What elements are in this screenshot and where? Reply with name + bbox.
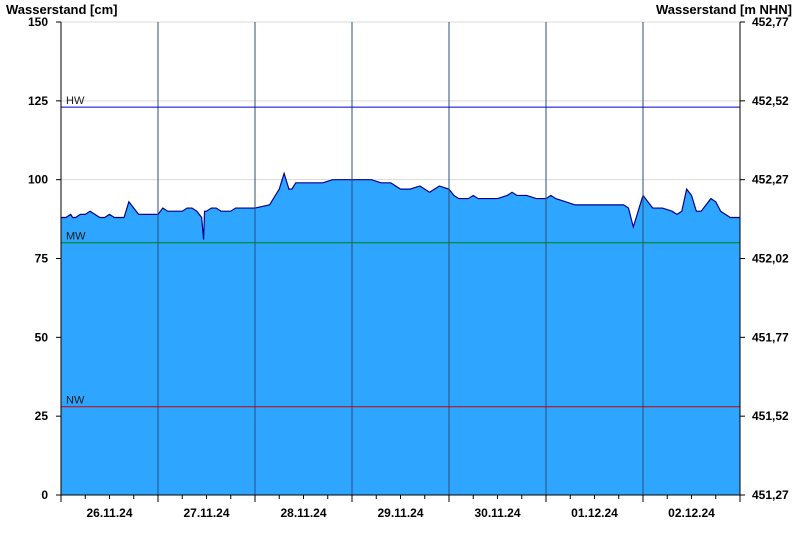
water-level-chart: Wasserstand [cm] Wasserstand [m NHN] HW M… — [0, 0, 800, 550]
y-tick-label: 75 — [35, 252, 49, 266]
x-tick-label: 30.11.24 — [474, 506, 520, 520]
y-tick-label: 150 — [28, 15, 48, 29]
y2-tick-label: 452,77 — [752, 15, 789, 29]
y-tick-label: 125 — [28, 94, 48, 108]
y2-tick-label: 452,52 — [752, 94, 789, 108]
y-tick-label: 0 — [41, 488, 48, 502]
y2-tick-label: 451,27 — [752, 488, 789, 502]
water-level-area — [61, 173, 740, 496]
reference-label-hw: HW — [66, 95, 85, 107]
x-tick-label: 26.11.24 — [86, 506, 132, 520]
x-tick-label: 29.11.24 — [377, 506, 423, 520]
y2-tick-label: 451,52 — [752, 409, 789, 423]
right-axis-title: Wasserstand [m NHN] — [655, 2, 792, 17]
left-axis-title: Wasserstand [cm] — [6, 2, 118, 17]
y2-tick-label: 452,27 — [752, 173, 789, 187]
x-tick-label: 01.12.24 — [571, 506, 618, 520]
x-tick-label: 02.12.24 — [668, 506, 715, 520]
y2-tick-label: 452,02 — [752, 252, 789, 266]
chart-svg: HW MW NW 0 451,27 25 451,52 50 451,77 75 452,02 100… — [28, 15, 789, 520]
y-tick-label: 50 — [35, 330, 49, 344]
y-tick-label: 25 — [35, 409, 49, 423]
y2-tick-label: 451,77 — [752, 330, 789, 344]
reference-label-mw: MW — [66, 231, 86, 243]
x-tick-label: 28.11.24 — [280, 506, 326, 520]
y-tick-label: 100 — [28, 173, 48, 187]
reference-label-nw: NW — [66, 395, 85, 407]
x-tick-label: 27.11.24 — [183, 506, 229, 520]
